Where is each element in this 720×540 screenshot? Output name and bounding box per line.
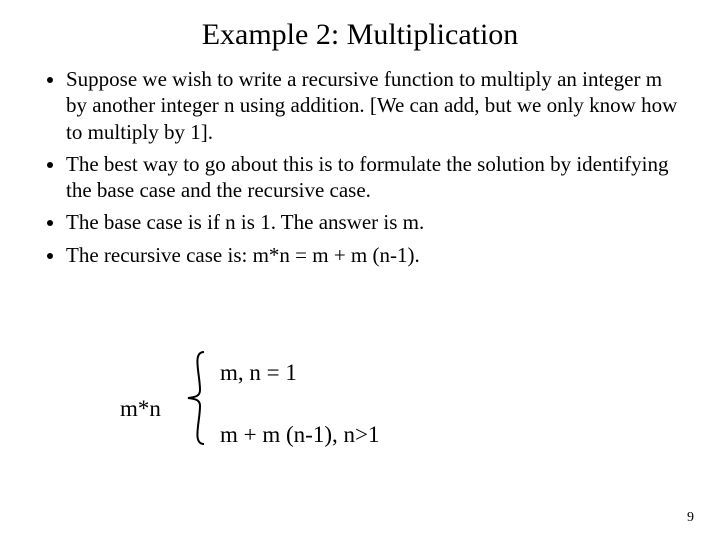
formula-lhs: m*n xyxy=(120,396,161,422)
formula-case-1: m, n = 1 xyxy=(220,360,297,386)
formula-case-2: m + m (n-1), n>1 xyxy=(220,422,379,448)
bullet-item: The recursive case is: m*n = m + m (n-1)… xyxy=(66,242,686,268)
brace-icon xyxy=(182,350,210,446)
slide: Example 2: Multiplication Suppose we wis… xyxy=(0,0,720,540)
page-number: 9 xyxy=(687,510,694,526)
bullet-item: Suppose we wish to write a recursive fun… xyxy=(66,66,686,145)
slide-title: Example 2: Multiplication xyxy=(0,0,720,66)
bullet-item: The base case is if n is 1. The answer i… xyxy=(66,209,686,235)
bullet-item: The best way to go about this is to form… xyxy=(66,151,686,204)
bullet-list: Suppose we wish to write a recursive fun… xyxy=(0,66,720,268)
